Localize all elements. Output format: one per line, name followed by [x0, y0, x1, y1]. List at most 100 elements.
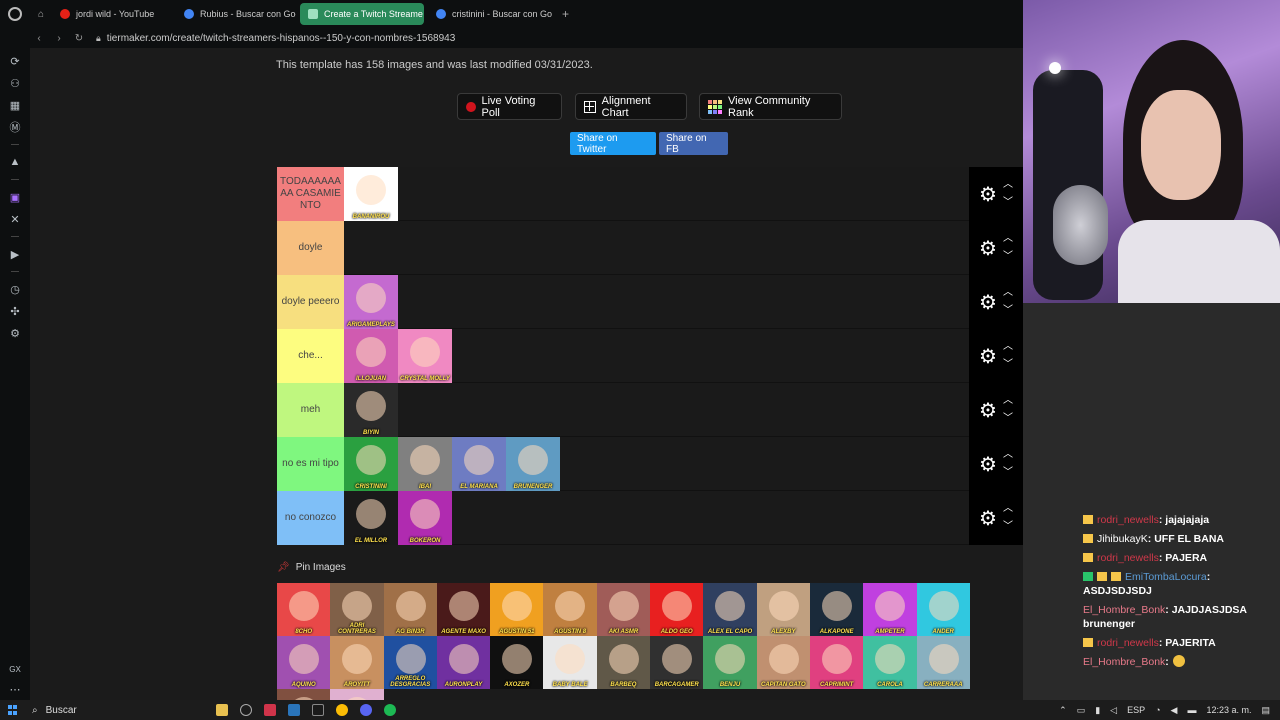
streamer-avatar[interactable]: AKI ASMR — [596, 583, 651, 636]
streamer-avatar[interactable]: AROYITT — [330, 636, 384, 689]
pin-label[interactable]: Pin Images — [296, 562, 346, 573]
streamer-avatar[interactable]: AG BIN3R — [383, 583, 437, 636]
opera-gx-logo[interactable] — [0, 7, 30, 21]
network-icon[interactable]: ▭ — [1077, 705, 1086, 716]
tier-label[interactable]: no es mi tipo — [277, 437, 344, 491]
tier-items[interactable]: ILLOJUAN CRYSTAL MOLLY — [344, 329, 1023, 383]
chevron-up-icon[interactable]: ︿ — [1003, 176, 1013, 194]
tier-items[interactable]: CRISTININI IBAI EL MARIANA BRUNENGER — [344, 437, 1023, 491]
chat-username[interactable]: rodri_newells — [1097, 514, 1159, 526]
streamer-avatar[interactable]: CRYSTAL MOLLY — [398, 329, 452, 383]
reload-icon[interactable]: ↻ — [72, 33, 86, 44]
tier-label[interactable]: doyle peeero — [277, 275, 344, 329]
alignment-chart-button[interactable]: Alignment Chart — [575, 93, 687, 120]
streamer-avatar[interactable]: ALDO GEO — [650, 583, 704, 636]
opera-gx-icon[interactable] — [264, 704, 276, 716]
obs-icon[interactable] — [312, 704, 324, 716]
streamer-avatar[interactable]: CAROLA — [863, 636, 917, 689]
tier-items[interactable] — [344, 221, 1023, 274]
forward-icon[interactable]: › — [52, 33, 66, 44]
streamer-avatar[interactable]: BARBEQ — [596, 636, 651, 689]
streamer-avatar[interactable]: EL MARIANA — [452, 437, 506, 491]
gear-icon[interactable]: ⚙ — [979, 398, 997, 423]
play-icon[interactable]: ▶ — [0, 243, 30, 265]
streamer-avatar[interactable]: ALEX EL CAPO — [703, 583, 757, 636]
steam-icon[interactable] — [288, 704, 300, 716]
tab-rubius[interactable]: Rubius - Buscar con Goo — [176, 3, 296, 25]
live-voting-button[interactable]: Live Voting Poll — [457, 93, 562, 120]
taskbar-search[interactable]: ⌕ Buscar — [26, 705, 166, 716]
streamer-avatar[interactable]: ALEXBY — [756, 583, 810, 636]
streamer-avatar[interactable]: ARREGLO DESGRACIAS — [383, 636, 437, 689]
chevron-down-icon[interactable]: ﹀ — [1003, 464, 1013, 482]
refresh-icon[interactable]: ⟳ — [0, 50, 30, 72]
gear-icon[interactable]: ⚙ — [979, 182, 997, 207]
tab-youtube[interactable]: jordi wild - YouTube — [52, 3, 172, 25]
tier-items[interactable]: BANANIROU — [344, 167, 1023, 221]
streamer-avatar[interactable]: AQUINO — [277, 636, 331, 689]
tab-cristinini[interactable]: cristinini - Buscar con Goo — [428, 3, 552, 25]
chevron-down-icon[interactable]: ﹀ — [1003, 518, 1013, 536]
streamer-avatar[interactable]: AXOZER — [490, 636, 544, 689]
chevron-down-icon[interactable]: ﹀ — [1003, 194, 1013, 212]
tier-label[interactable]: meh — [277, 383, 344, 437]
gear-icon[interactable]: ⚙ — [979, 344, 997, 369]
gear-icon[interactable]: ⚙ — [979, 506, 997, 531]
streamer-avatar[interactable]: ILLOJUAN — [344, 329, 398, 383]
streamer-avatar[interactable]: BENJU — [703, 636, 757, 689]
news-icon[interactable]: ▦ — [0, 94, 30, 116]
clock-app-icon[interactable] — [240, 704, 252, 716]
language-indicator[interactable]: ESP — [1127, 705, 1145, 715]
share-twitter-button[interactable]: Share on Twitter — [570, 132, 656, 155]
clock[interactable]: 12:23 a. m. — [1206, 705, 1251, 715]
tier-items[interactable]: ARIGAMEPLAYS — [344, 275, 1023, 329]
chevron-down-icon[interactable]: ﹀ — [1003, 356, 1013, 374]
gx-label[interactable]: GX — [0, 658, 30, 680]
streamer-avatar[interactable]: ALKAPONE — [809, 583, 864, 636]
streamer-avatar[interactable]: ARIGAMEPLAYS — [344, 275, 398, 329]
volume-icon[interactable]: ◁ — [1110, 705, 1117, 716]
back-icon[interactable]: ‹ — [32, 33, 46, 44]
pin-icon[interactable]: 📌︎ — [277, 562, 290, 573]
streamer-avatar[interactable]: CRISTININI — [344, 437, 398, 491]
streamer-avatar[interactable]: BRUNENGER — [506, 437, 560, 491]
chevron-up-icon[interactable]: ︿ — [1003, 338, 1013, 356]
wifi-icon[interactable]: ◔ — [1155, 705, 1160, 715]
chevron-down-icon[interactable]: ﹀ — [1003, 302, 1013, 320]
share-fb-button[interactable]: Share on FB — [659, 132, 728, 155]
streamer-avatar[interactable]: CONTERSTINE — [330, 689, 384, 700]
history-icon[interactable]: ◷ — [0, 278, 30, 300]
streamer-avatar[interactable]: CAPRIMINT — [809, 636, 864, 689]
chat-username[interactable]: EmiTombaLocura — [1125, 571, 1207, 583]
chat-username[interactable]: JihibukayK — [1097, 533, 1148, 545]
chevron-up-icon[interactable]: ︿ — [1003, 500, 1013, 518]
chat-username[interactable]: El_Hombre_Bonk — [1083, 656, 1165, 668]
streamer-avatar[interactable]: BIYIN — [344, 383, 398, 437]
streamer-avatar[interactable]: BANANIROU — [344, 167, 398, 221]
mic-icon[interactable]: ▮ — [1095, 705, 1100, 716]
chevron-up-icon[interactable]: ︿ — [1003, 230, 1013, 248]
chrome-icon[interactable] — [336, 704, 348, 716]
tier-label[interactable]: no conozco — [277, 491, 344, 545]
m-icon[interactable]: Ⓜ — [0, 116, 30, 138]
community-rank-button[interactable]: View Community Rank — [699, 93, 842, 120]
twitch-icon[interactable]: ▣ — [0, 186, 30, 208]
streamer-avatar[interactable]: ANDER — [916, 583, 970, 636]
gear-icon[interactable]: ⚙ — [979, 452, 997, 477]
streamer-avatar[interactable]: BARCAGAMER — [650, 636, 704, 689]
chat-username[interactable]: rodri_newells — [1097, 552, 1159, 564]
tier-label[interactable]: doyle — [277, 221, 344, 275]
file-explorer-icon[interactable] — [216, 704, 228, 716]
streamer-avatar[interactable]: AGUSTIN 51 — [490, 583, 544, 636]
streamer-avatar[interactable]: EL MILLOR — [344, 491, 398, 545]
chat-username[interactable]: rodri_newells — [1097, 637, 1159, 649]
tier-items[interactable]: EL MILLOR BOKERON — [344, 491, 1023, 545]
battery-icon[interactable]: ▬ — [1187, 705, 1196, 715]
streamer-avatar[interactable]: ADRI CONTRERAS — [330, 583, 384, 636]
streamer-avatar[interactable]: IBAI — [398, 437, 452, 491]
new-tab-button[interactable]: + — [556, 7, 575, 21]
chevron-down-icon[interactable]: ﹀ — [1003, 248, 1013, 266]
spotify-icon[interactable] — [384, 704, 396, 716]
gear-icon[interactable]: ⚙ — [979, 236, 997, 261]
more-icon[interactable]: ⋯ — [0, 678, 30, 700]
